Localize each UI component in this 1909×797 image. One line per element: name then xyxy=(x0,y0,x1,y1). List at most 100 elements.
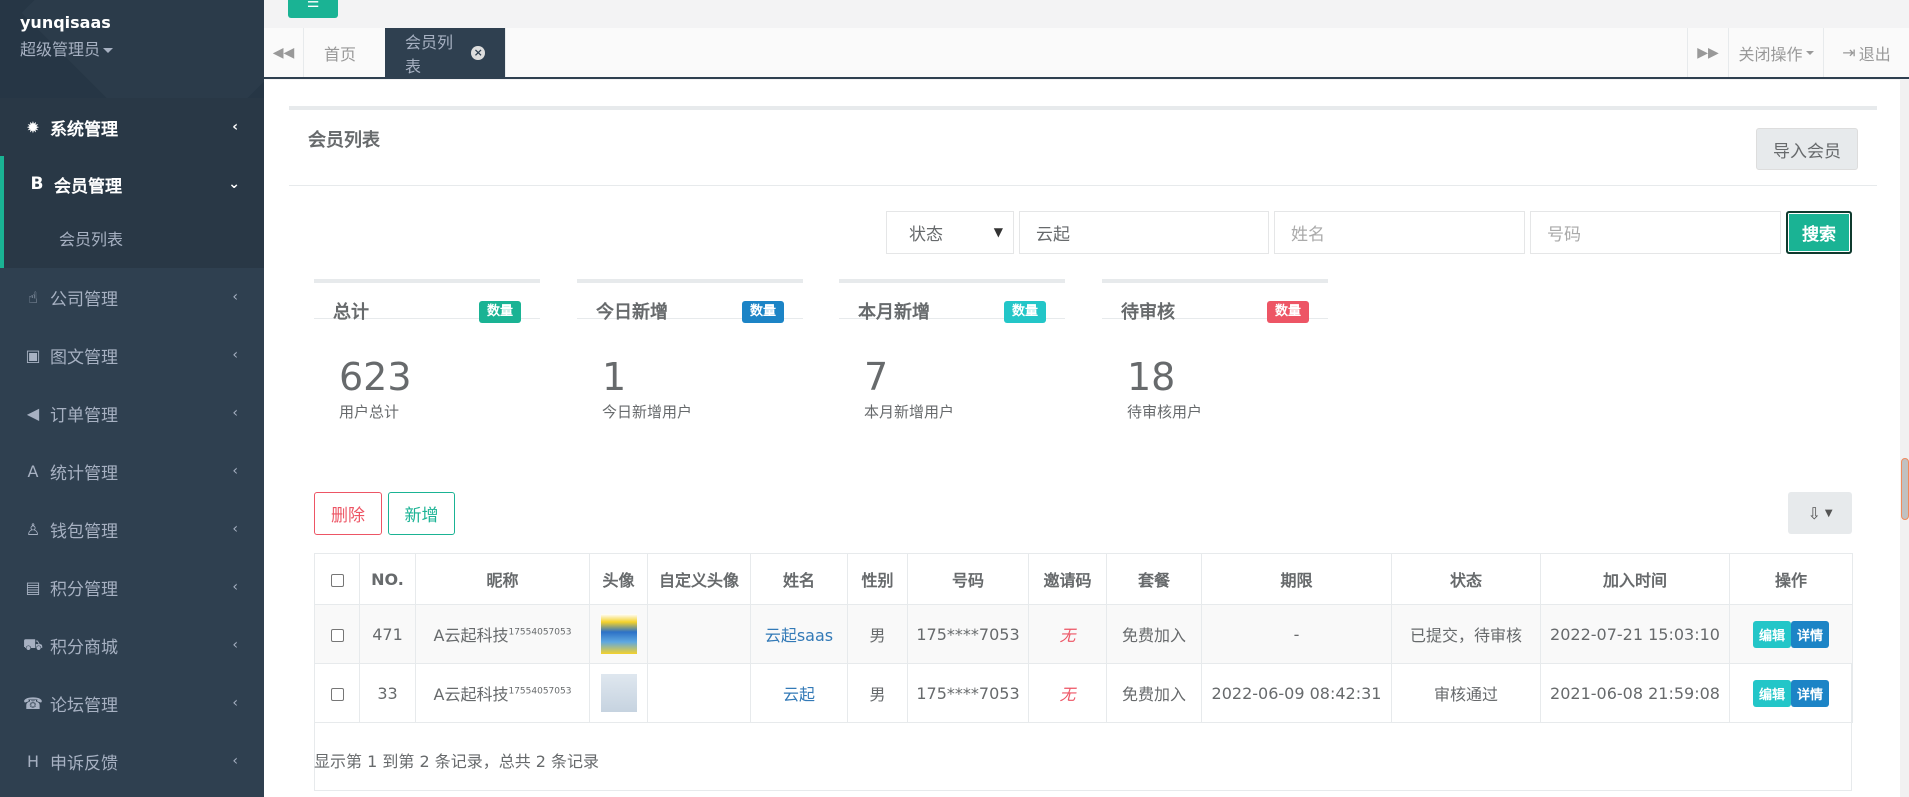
backward-icon: ◀◀ xyxy=(272,44,295,61)
sidebar-item-label: 统计管理 xyxy=(50,463,118,484)
members-table: NO. 昵称 头像 自定义头像 姓名 性别 号码 邀请码 套餐 期限 状态 加入… xyxy=(314,553,1853,723)
cell-status: 审核通过 xyxy=(1391,663,1541,723)
chevron-left-icon: ‹ xyxy=(232,637,238,653)
sidebar-item-forum[interactable]: ☎ 论坛管理 ‹ xyxy=(0,674,264,732)
header-h-icon: H xyxy=(26,751,40,771)
cell-custom-avatar xyxy=(647,663,751,723)
tab-scroll-left-button[interactable]: ◀◀ xyxy=(264,28,304,77)
chevron-down-icon: ⌄ xyxy=(228,176,240,192)
cell-name: 云起 xyxy=(750,663,848,723)
sidebar-item-points[interactable]: ▤ 积分管理 ‹ xyxy=(0,558,264,616)
caret-down-icon xyxy=(103,48,114,53)
sidebar-item-company[interactable]: ☝ 公司管理 ‹ xyxy=(0,268,264,326)
caret-down-icon xyxy=(1805,50,1814,55)
sidebar-item-label: 论坛管理 xyxy=(50,695,118,716)
sidebar: yunqisaas 超级管理员 ✹ 系统管理 ‹ B 会员管理 ⌄ 会员列表 ☝… xyxy=(0,0,264,797)
chevron-left-icon: ‹ xyxy=(232,753,238,769)
stat-card-value: 623 xyxy=(339,355,412,399)
cell-name: 云起saas xyxy=(750,604,848,664)
stat-card-description: 今日新增用户 xyxy=(602,403,693,421)
tab-scroll-right-button[interactable]: ▶▶ xyxy=(1687,28,1728,77)
name-input[interactable]: 姓名 xyxy=(1274,211,1525,254)
cell-avatar xyxy=(589,604,648,664)
cell-term: 2022-06-09 08:42:31 xyxy=(1201,663,1392,723)
stat-card-title: 总计 xyxy=(333,302,369,323)
sidebar-item-label: 钱包管理 xyxy=(50,521,118,542)
tab-home[interactable]: 首页 xyxy=(304,28,388,77)
number-input[interactable]: 号码 xyxy=(1530,211,1781,254)
delete-button[interactable]: 删除 xyxy=(314,492,382,535)
chevron-down-icon: ▼ xyxy=(993,225,1003,239)
row-checkbox[interactable] xyxy=(330,628,344,642)
select-all-checkbox[interactable] xyxy=(330,573,344,587)
edit-button[interactable]: 编辑 xyxy=(1752,679,1791,707)
company-input[interactable]: 云起 xyxy=(1019,211,1269,254)
sidebar-item-content[interactable]: ▣ 图文管理 ‹ xyxy=(0,326,264,384)
sidebar-subitem-member-list[interactable]: 会员列表 xyxy=(59,226,123,250)
hand-icon: ☝ xyxy=(28,287,38,307)
cell-custom-avatar xyxy=(647,604,751,664)
import-members-button[interactable]: 导入会员 xyxy=(1756,128,1858,170)
edit-button[interactable]: 编辑 xyxy=(1752,620,1791,648)
sidebar-item-feedback[interactable]: H 申诉反馈 ‹ xyxy=(0,732,264,790)
close-ops-label: 关闭操作 xyxy=(1738,44,1803,64)
stat-card-today: 今日新增 数量 1 今日新增用户 xyxy=(577,279,803,429)
stat-card-total: 总计 数量 623 用户总计 xyxy=(314,279,540,429)
scrollbar-thumb[interactable] xyxy=(1901,458,1909,520)
cell-gender: 男 xyxy=(847,604,908,664)
sidebar-item-label: 申诉反馈 xyxy=(50,753,118,774)
status-select-value: 状态 xyxy=(909,225,943,245)
menu-toggle-button[interactable]: ☰ xyxy=(288,0,338,18)
sidebar-item-stats[interactable]: A 统计管理 ‹ xyxy=(0,442,264,500)
column-header: 状态 xyxy=(1391,553,1541,605)
avatar[interactable] xyxy=(600,614,637,654)
cell-number: 175****7053 xyxy=(907,663,1029,723)
column-header: 头像 xyxy=(589,553,648,605)
table-row: 471 A云起科技17554057053 云起saas 男 175****705… xyxy=(314,604,1853,664)
cell-status: 已提交，待审核 xyxy=(1391,604,1541,664)
sidebar-group-members: B 会员管理 ⌄ 会员列表 xyxy=(0,156,264,268)
sidebar-item-members[interactable]: B 会员管理 ⌄ xyxy=(4,156,264,212)
cell-actions: 编辑 详情 xyxy=(1729,604,1853,664)
cell-gender: 男 xyxy=(847,663,908,723)
chevron-left-icon: ‹ xyxy=(232,579,238,595)
stat-card-description: 待审核用户 xyxy=(1127,403,1203,421)
detail-button[interactable]: 详情 xyxy=(1791,679,1830,707)
status-select[interactable]: 状态 ▼ xyxy=(886,211,1014,254)
export-dropdown-button[interactable]: ⇩ ▼ xyxy=(1788,492,1852,534)
sidebar-item-system[interactable]: ✹ 系统管理 ‹ xyxy=(0,98,264,156)
logout-button[interactable]: ⇥ 退出 xyxy=(1823,28,1909,77)
member-name-link[interactable]: 云起saas xyxy=(765,626,833,645)
sidebar-item-orders[interactable]: ◀ 订单管理 ‹ xyxy=(0,384,264,442)
row-checkbox[interactable] xyxy=(330,687,344,701)
column-header: 操作 xyxy=(1729,553,1853,605)
cell-invite: 无 xyxy=(1028,663,1107,723)
add-button[interactable]: 新增 xyxy=(388,492,455,535)
cell-nickname: A云起科技17554057053 xyxy=(415,663,590,723)
column-header: 期限 xyxy=(1201,553,1392,605)
avatar[interactable] xyxy=(600,674,637,712)
close-tab-icon[interactable]: × xyxy=(471,45,485,60)
sidebar-item-wallet[interactable]: ♙ 钱包管理 ‹ xyxy=(0,500,264,558)
forward-icon: ▶▶ xyxy=(1697,44,1719,61)
stat-card-badge: 数量 xyxy=(1003,301,1046,323)
cell-term: - xyxy=(1201,604,1392,664)
user-role-dropdown[interactable]: 超级管理员 xyxy=(20,36,114,60)
nickname-text: A云起科技 xyxy=(433,626,509,645)
detail-button[interactable]: 详情 xyxy=(1791,620,1830,648)
cell-nickname: A云起科技17554057053 xyxy=(415,604,590,664)
cell-joined: 2022-07-21 15:03:10 xyxy=(1540,604,1730,664)
chevron-left-icon: ‹ xyxy=(232,119,238,135)
member-name-link[interactable]: 云起 xyxy=(783,685,815,704)
user-name: yunqisaas xyxy=(20,13,111,32)
search-button[interactable]: 搜索 xyxy=(1786,211,1852,254)
sidebar-item-points-mall[interactable]: ⛟ 积分商城 ‹ xyxy=(0,616,264,674)
close-operations-dropdown[interactable]: 关闭操作 xyxy=(1728,28,1823,77)
tab-member-list[interactable]: 会员列表 × xyxy=(385,28,506,77)
stat-card-badge: 数量 xyxy=(1266,301,1309,323)
scrollbar-track[interactable] xyxy=(1900,80,1909,797)
invite-code: 无 xyxy=(1059,685,1076,704)
column-header: 昵称 xyxy=(415,553,590,605)
sidebar-profile: yunqisaas 超级管理员 xyxy=(0,0,264,100)
export-icon: ⇩ xyxy=(1807,503,1821,523)
